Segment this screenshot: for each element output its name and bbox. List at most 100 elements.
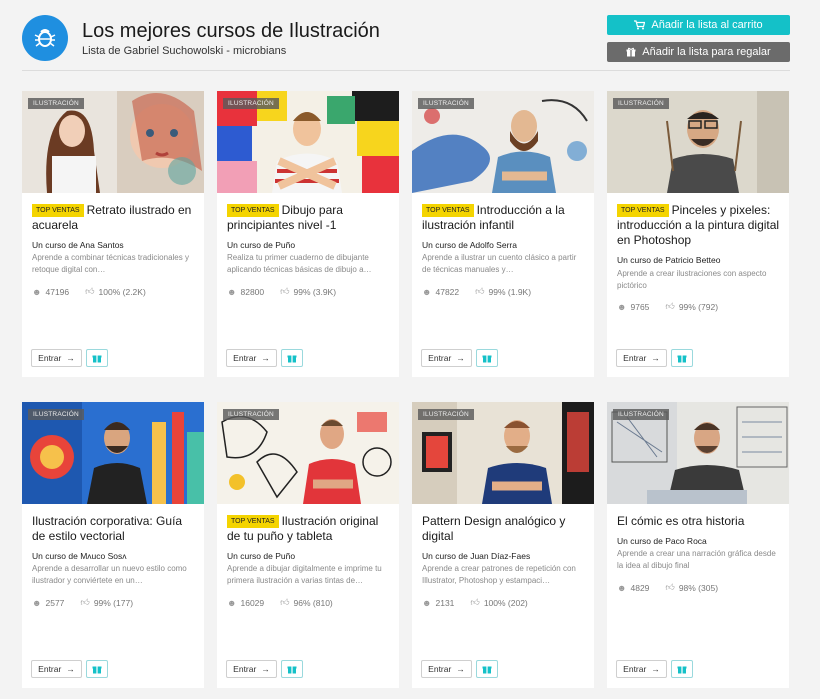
gift-course-button[interactable] [476,349,498,367]
course-description: Aprende a crear ilustraciones con aspect… [617,269,767,290]
course-description: Realiza tu primer cuaderno de dibujante … [227,253,372,274]
list-owner: Lista de Gabriel Suchowolski - microbian… [82,45,287,57]
course-card[interactable]: ILUSTRACIÓN TOP VENTAS Ilustración origin… [217,402,399,688]
gift-icon [677,666,687,674]
rating: 100% (202) [483,597,528,608]
user-icon: ☻ [422,286,432,297]
course-title[interactable]: Ilustración corporativa: Guía de estilo … [32,514,198,544]
category-badge: ILUSTRACIÓN [28,98,84,109]
gift-course-button[interactable] [281,349,303,367]
list-logo [22,15,68,61]
students-count: 9765 [630,301,650,312]
gift-course-button[interactable] [86,660,108,678]
enter-button[interactable]: Entrar → [31,349,82,367]
course-thumbnail[interactable]: ILUSTRACIÓN [607,402,789,504]
category-badge: ILUSTRACIÓN [418,409,474,420]
enter-button[interactable]: Entrar → [421,660,472,678]
course-card[interactable]: ILUSTRACIÓN Ilustración corporativa: Guí… [22,402,204,688]
gift-icon [287,666,297,674]
thumbs-up-icon: 👍︎ [470,597,480,607]
course-thumbnail[interactable]: ILUSTRACIÓN [22,402,204,504]
arrow-right-icon: → [261,353,270,363]
add-list-to-cart-button[interactable]: Añadir la lista al carrito [607,15,790,35]
gift-icon [482,355,492,363]
category-badge: ILUSTRACIÓN [418,98,474,109]
course-description: Aprende a crear patrones de repetición c… [422,564,576,585]
students-count: 4829 [630,582,650,593]
course-description: Aprende a desarrollar un nuevo estilo co… [32,564,187,585]
gift-course-button[interactable] [671,349,693,367]
gift-icon [92,355,102,363]
gift-list-button[interactable]: Añadir la lista para regalar [607,42,790,62]
cart-icon [634,20,646,30]
header-divider [22,70,790,71]
arrow-right-icon: → [261,664,270,674]
students-count: 2131 [435,597,455,608]
bug-icon [34,29,56,47]
thumbs-up-icon: 👍︎ [665,582,675,592]
course-title[interactable]: Pattern Design analógico y digital [422,514,588,544]
course-author: Un curso de Paco Roca [617,536,707,546]
course-title[interactable]: TOP VENTAS Dibujo para principiantes nive… [227,203,393,233]
course-card[interactable]: ILUSTRACIÓN El cómic es otra historia Un… [607,402,789,688]
course-thumbnail[interactable]: ILUSTRACIÓN [412,402,594,504]
course-thumbnail[interactable]: ILUSTRACIÓN [607,91,789,193]
enter-button[interactable]: Entrar → [616,660,667,678]
category-badge: ILUSTRACIÓN [223,409,279,420]
rating: 99% (177) [93,597,134,608]
course-description: Aprende a crear una narración gráfica de… [617,549,776,570]
gift-course-button[interactable] [281,660,303,678]
add-list-to-cart-label: Añadir la lista al carrito [651,19,763,31]
rating: 100% (2.2K) [98,286,146,297]
course-thumbnail[interactable]: ILUSTRACIÓN [217,91,399,193]
arrow-right-icon: → [651,664,660,674]
course-stats: ☻ 2577 👍︎ 99% (177) [32,597,133,608]
course-thumbnail[interactable]: ILUSTRACIÓN [217,402,399,504]
course-author: Un curso de Mʌuco Sosʌ [32,551,127,561]
user-icon: ☻ [617,582,627,593]
course-card[interactable]: ILUSTRACIÓN Pattern Design analógico y d… [412,402,594,688]
rating: 96% (810) [293,597,333,608]
user-icon: ☻ [227,597,237,608]
course-card[interactable]: ILUSTRACIÓN TOP VENTAS Introducción a la … [412,91,594,377]
gift-list-label: Añadir la lista para regalar [642,46,771,58]
course-title[interactable]: El cómic es otra historia [617,514,783,529]
enter-button[interactable]: Entrar → [226,660,277,678]
course-title[interactable]: TOP VENTAS Introducción a la ilustración … [422,203,588,233]
students-count: 2577 [45,597,65,608]
top-sales-badge: TOP VENTAS [422,204,474,217]
enter-button[interactable]: Entrar → [226,349,277,367]
thumbs-up-icon: 👍︎ [85,286,95,296]
course-thumbnail[interactable]: ILUSTRACIÓN [22,91,204,193]
rating: 99% (1.9K) [488,286,532,297]
thumbs-up-icon: 👍︎ [280,286,290,296]
thumbs-up-icon: 👍︎ [475,286,485,296]
gift-course-button[interactable] [476,660,498,678]
course-description: Aprende a dibujar digitalmente e imprime… [227,564,382,585]
user-icon: ☻ [422,597,432,608]
gift-icon [482,666,492,674]
course-title[interactable]: TOP VENTAS Pinceles y pixeles: introducci… [617,203,783,248]
course-stats: ☻ 47196 👍︎ 100% (2.2K) [32,286,146,297]
arrow-right-icon: → [456,353,465,363]
enter-button[interactable]: Entrar → [421,349,472,367]
user-icon: ☻ [227,286,237,297]
course-title[interactable]: TOP VENTAS Retrato ilustrado en acuarela [32,203,198,233]
students-count: 47196 [45,286,70,297]
gift-course-button[interactable] [671,660,693,678]
course-author: Un curso de Puño [227,240,296,250]
user-icon: ☻ [32,597,42,608]
course-card[interactable]: ILUSTRACIÓN TOP VENTAS Dibujo para princi… [217,91,399,377]
course-thumbnail[interactable]: ILUSTRACIÓN [412,91,594,193]
students-count: 82800 [240,286,265,297]
category-badge: ILUSTRACIÓN [613,409,669,420]
enter-button[interactable]: Entrar → [31,660,82,678]
course-card[interactable]: ILUSTRACIÓN TOP VENTAS Retrato ilustrado … [22,91,204,377]
enter-button[interactable]: Entrar → [616,349,667,367]
course-card[interactable]: ILUSTRACIÓN TOP VENTAS Pinceles y pixeles… [607,91,789,377]
arrow-right-icon: → [651,353,660,363]
students-count: 16029 [240,597,265,608]
gift-course-button[interactable] [86,349,108,367]
course-title[interactable]: TOP VENTAS Ilustración original de tu puñ… [227,514,393,544]
page-title: Los mejores cursos de Ilustración [82,20,380,42]
